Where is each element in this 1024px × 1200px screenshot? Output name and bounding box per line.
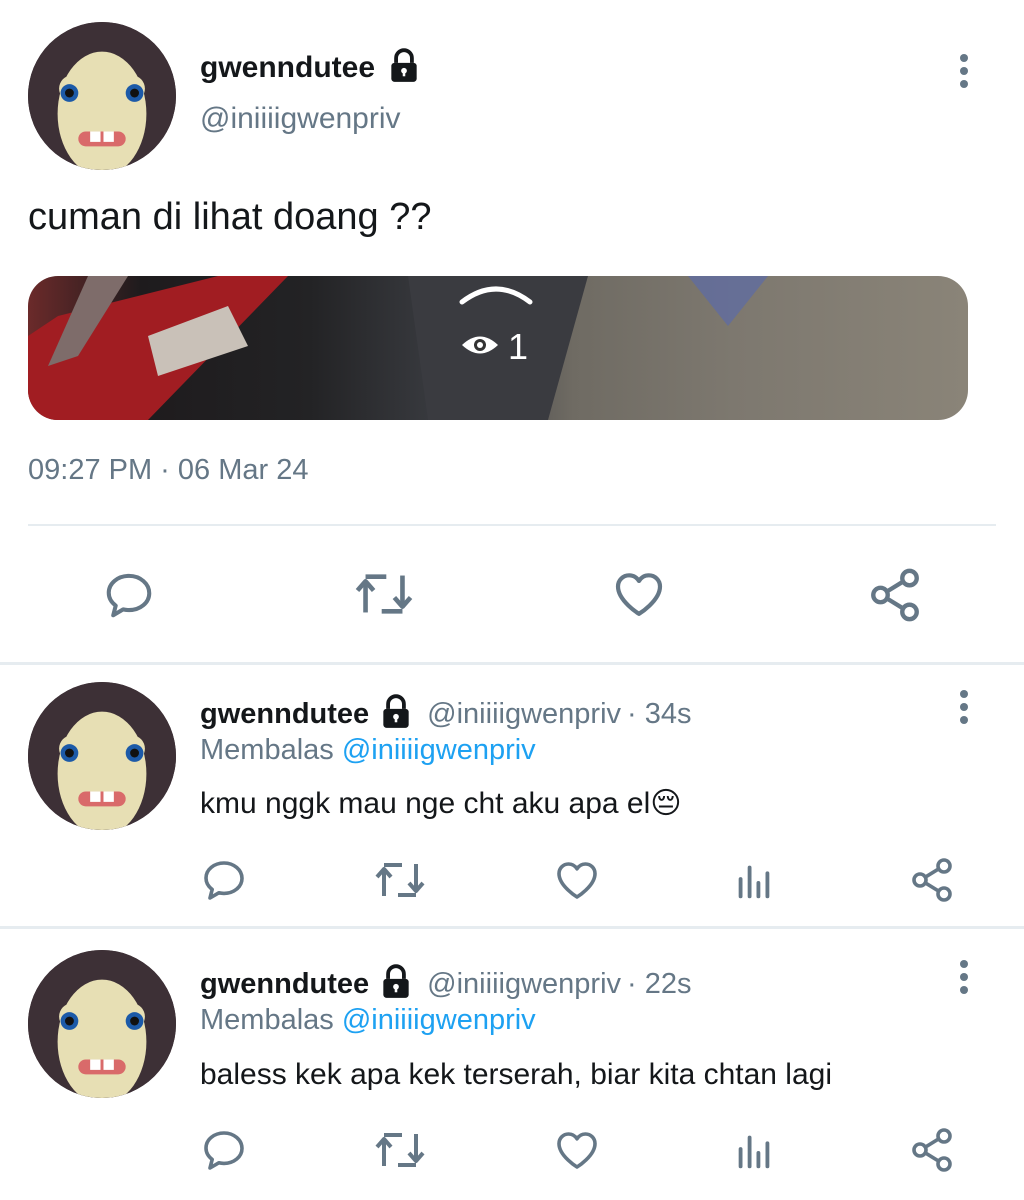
lock-icon	[377, 963, 415, 1006]
main-timestamp: 09:27 PM · 06 Mar 24	[28, 454, 309, 486]
media-view-count: 1	[508, 326, 529, 367]
replying-to: Membalas @iniiiigwenpriv	[200, 1004, 536, 1037]
reply-text: baless kek apa kek terserah, biar kita c…	[200, 1058, 833, 1091]
main-tweet-text: cuman di lihat doang ??	[28, 196, 432, 238]
reply-icon[interactable]	[102, 568, 156, 622]
reply-header: gwenndutee @iniiiigwenpriv · 22s	[200, 962, 692, 1006]
retweet-icon[interactable]	[354, 566, 414, 622]
reply-icon[interactable]	[200, 1126, 248, 1174]
avatar-image	[28, 22, 176, 170]
retweet-icon[interactable]	[374, 1126, 426, 1174]
reply-display-name[interactable]: gwenndutee	[200, 698, 369, 731]
reply-divider	[0, 926, 1024, 929]
main-handle[interactable]: @iniiiigwenpriv	[200, 102, 401, 136]
like-icon[interactable]	[552, 856, 602, 904]
stats-divider	[28, 524, 996, 526]
reply-time: · 22s	[627, 967, 692, 1000]
reply-handle[interactable]: @iniiiigwenpriv	[427, 968, 621, 1001]
reply-avatar[interactable]	[28, 950, 176, 1098]
section-divider	[0, 662, 1024, 665]
share-icon[interactable]	[866, 566, 924, 624]
main-display-name[interactable]: gwenndutee	[200, 51, 375, 85]
tweet-media[interactable]: 1	[28, 276, 968, 420]
eye-icon	[460, 330, 500, 365]
main-more-icon[interactable]	[956, 54, 972, 88]
like-icon[interactable]	[552, 1126, 602, 1174]
reply-header: gwenndutee @iniiiigwenpriv · 34s	[200, 692, 692, 736]
share-icon[interactable]	[908, 1126, 956, 1174]
chevron-up-icon[interactable]	[458, 282, 534, 311]
share-icon[interactable]	[908, 856, 956, 904]
retweet-icon[interactable]	[374, 856, 426, 904]
reply-more-icon[interactable]	[956, 960, 972, 994]
reply-avatar[interactable]	[28, 682, 176, 830]
analytics-icon[interactable]	[730, 1128, 778, 1174]
replying-label: Membalas	[200, 1004, 334, 1036]
like-icon[interactable]	[610, 566, 668, 622]
avatar-image	[28, 682, 176, 830]
reply-more-icon[interactable]	[956, 690, 972, 724]
analytics-icon[interactable]	[730, 858, 778, 904]
main-avatar[interactable]	[28, 22, 176, 170]
reply-handle[interactable]: @iniiiigwenpriv	[427, 698, 621, 731]
lock-icon	[385, 47, 423, 90]
reply-time: · 34s	[627, 697, 692, 730]
replying-label: Membalas	[200, 734, 334, 766]
avatar-image	[28, 950, 176, 1098]
lock-icon	[377, 693, 415, 736]
replying-to: Membalas @iniiiigwenpriv	[200, 734, 536, 767]
replying-mention[interactable]: @iniiiigwenpriv	[342, 1004, 536, 1036]
reply-text: kmu nggk mau nge cht aku apa el😔	[200, 787, 682, 820]
replying-mention[interactable]: @iniiiigwenpriv	[342, 734, 536, 766]
reply-display-name[interactable]: gwenndutee	[200, 968, 369, 1001]
reply-icon[interactable]	[200, 856, 248, 904]
